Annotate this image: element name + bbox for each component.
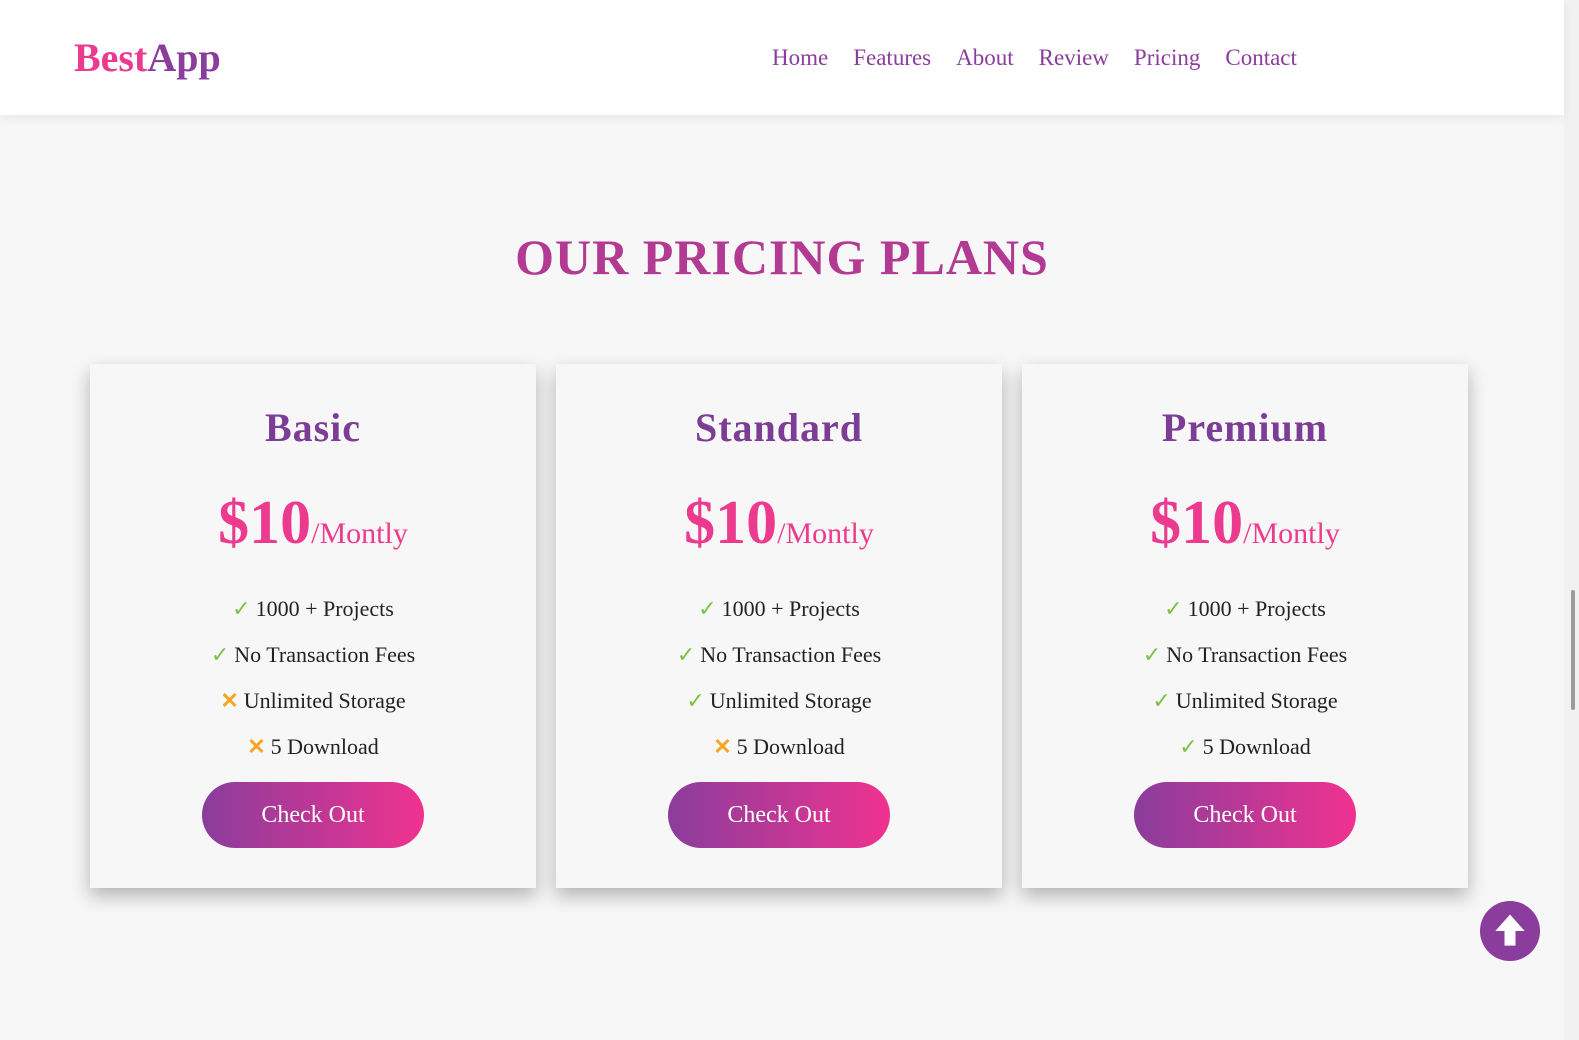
nav-link-review[interactable]: Review	[1039, 43, 1109, 73]
main-nav: Home Features About Review Pricing Conta…	[772, 43, 1297, 73]
pricing-section-title: OUR PRICING PLANS	[515, 229, 1049, 285]
logo-part-best: Best	[74, 35, 148, 80]
plan-price: $10/Montly	[1022, 488, 1468, 559]
brand-logo[interactable]: BestApp	[74, 34, 221, 82]
feature-text: 1000 + Projects	[1187, 596, 1326, 621]
plan-feature-list: ✓ 1000 + Projects ✓ No Transaction Fees ✓ U…	[556, 594, 1002, 778]
page-scrollbar[interactable]	[1564, 0, 1579, 1040]
price-amount: $10	[1150, 489, 1244, 557]
price-period: /Montly	[777, 517, 874, 550]
pricing-card-standard: Standard $10/Montly ✓ 1000 + Projects ✓ No…	[556, 364, 1002, 888]
feature-item: ✓ 1000 + Projects	[90, 594, 536, 640]
plan-name: Premium	[1161, 405, 1329, 450]
feature-item: ✕ 5 Download	[90, 732, 536, 778]
logo-part-app: App	[147, 35, 221, 80]
check-icon: ✓	[1142, 642, 1162, 667]
feature-text: 1000 + Projects	[721, 596, 860, 621]
plan-name: Standard	[694, 405, 864, 450]
plan-feature-list: ✓ 1000 + Projects ✓ No Transaction Fees ✕ U…	[90, 594, 536, 778]
cross-icon: ✕	[247, 734, 266, 759]
check-icon: ✓	[1179, 734, 1198, 759]
nav-link-pricing[interactable]: Pricing	[1134, 43, 1200, 73]
check-icon: ✓	[698, 596, 717, 621]
price-amount: $10	[218, 489, 312, 557]
feature-item: ✕ 5 Download	[556, 732, 1002, 778]
feature-text: 5 Download	[736, 734, 845, 759]
check-icon: ✓	[1152, 688, 1171, 713]
feature-text: Unlimited Storage	[243, 688, 406, 713]
checkout-button-premium[interactable]: Check Out	[1134, 782, 1356, 848]
cross-icon: ✕	[713, 734, 732, 759]
feature-text: Unlimited Storage	[1175, 688, 1338, 713]
feature-item: ✕ Unlimited Storage	[90, 686, 536, 732]
scrollbar-thumb[interactable]	[1571, 590, 1575, 710]
arrow-up-circle-icon	[1495, 914, 1525, 946]
plan-price: $10/Montly	[556, 488, 1002, 559]
nav-link-contact[interactable]: Contact	[1225, 43, 1297, 73]
plan-name: Basic	[264, 405, 362, 450]
feature-text: 1000 + Projects	[255, 596, 394, 621]
check-icon: ✓	[210, 642, 230, 667]
nav-link-home[interactable]: Home	[772, 43, 828, 73]
price-amount: $10	[684, 489, 778, 557]
price-period: /Montly	[1243, 517, 1340, 550]
page: BestApp Home Features About Review Prici…	[0, 0, 1579, 1040]
pricing-card-premium: Premium $10/Montly ✓ 1000 + Projects ✓ No …	[1022, 364, 1468, 888]
feature-text: 5 Download	[270, 734, 379, 759]
feature-text: No Transaction Fees	[700, 642, 882, 667]
feature-item: ✓ 1000 + Projects	[556, 594, 1002, 640]
nav-link-features[interactable]: Features	[853, 43, 931, 73]
plan-price: $10/Montly	[90, 488, 536, 559]
feature-text: Unlimited Storage	[709, 688, 872, 713]
pricing-cards: Basic $10/Montly ✓ 1000 + Projects ✓ No Tr…	[90, 364, 1468, 888]
site-header: BestApp Home Features About Review Prici…	[0, 0, 1564, 115]
feature-item: ✓ No Transaction Fees	[90, 640, 536, 686]
check-icon: ✓	[686, 688, 705, 713]
check-icon: ✓	[676, 642, 696, 667]
check-icon: ✓	[1164, 596, 1183, 621]
feature-item: ✓ No Transaction Fees	[1022, 640, 1468, 686]
checkout-button-basic[interactable]: Check Out	[202, 782, 424, 848]
feature-text: No Transaction Fees	[1166, 642, 1348, 667]
feature-text: No Transaction Fees	[234, 642, 416, 667]
feature-item: ✓ No Transaction Fees	[556, 640, 1002, 686]
feature-item: ✓ 5 Download	[1022, 732, 1468, 778]
price-period: /Montly	[311, 517, 408, 550]
nav-link-about[interactable]: About	[956, 43, 1014, 73]
plan-feature-list: ✓ 1000 + Projects ✓ No Transaction Fees ✓ U…	[1022, 594, 1468, 778]
pricing-card-basic: Basic $10/Montly ✓ 1000 + Projects ✓ No Tr…	[90, 364, 536, 888]
feature-text: 5 Download	[1202, 734, 1311, 759]
check-icon: ✓	[232, 596, 251, 621]
cross-icon: ✕	[220, 688, 239, 713]
scroll-to-top-button[interactable]	[1480, 901, 1540, 961]
checkout-button-standard[interactable]: Check Out	[668, 782, 890, 848]
feature-item: ✓ Unlimited Storage	[556, 686, 1002, 732]
feature-item: ✓ 1000 + Projects	[1022, 594, 1468, 640]
feature-item: ✓ Unlimited Storage	[1022, 686, 1468, 732]
